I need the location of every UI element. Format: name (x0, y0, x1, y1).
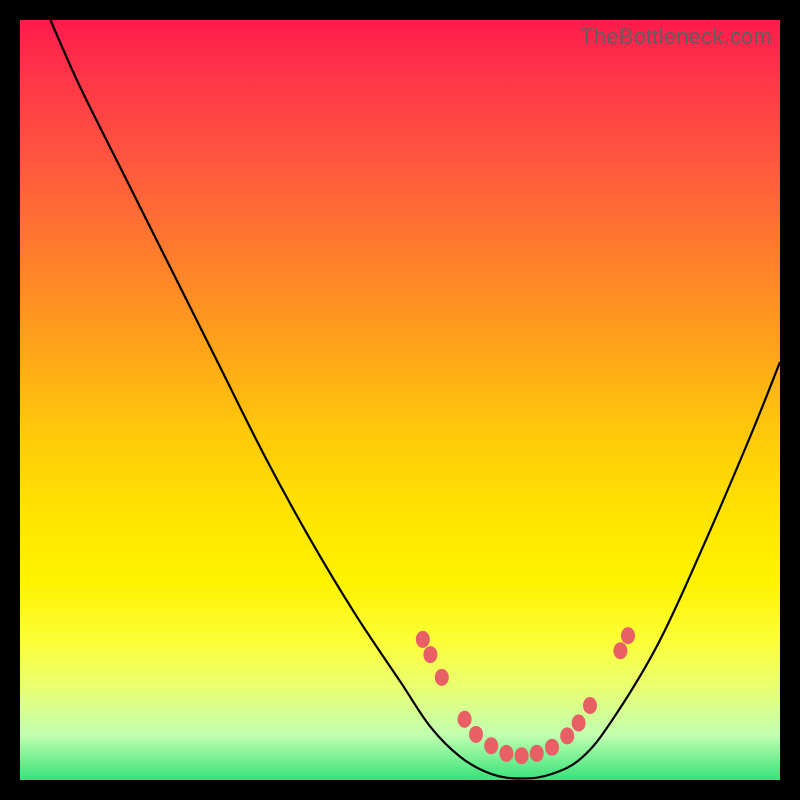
curve-marker-dot (515, 747, 529, 764)
curve-marker-dot (458, 711, 472, 728)
curve-marker-dot (416, 631, 430, 648)
curve-marker-dot (435, 669, 449, 686)
curve-marker-dot (469, 726, 483, 743)
bottleneck-curve-svg (20, 20, 780, 780)
curve-marker-dot (560, 727, 574, 744)
curve-marker-dot (583, 697, 597, 714)
curve-marker-dot (621, 627, 635, 644)
curve-marker-dot (613, 642, 627, 659)
curve-marker-group (416, 627, 635, 764)
bottleneck-curve (50, 20, 780, 779)
curve-marker-dot (484, 737, 498, 754)
curve-marker-dot (423, 646, 437, 663)
curve-marker-dot (545, 739, 559, 756)
curve-marker-dot (499, 745, 513, 762)
chart-frame: TheBottleneck.com (20, 20, 780, 780)
curve-marker-dot (530, 745, 544, 762)
curve-marker-dot (572, 715, 586, 732)
